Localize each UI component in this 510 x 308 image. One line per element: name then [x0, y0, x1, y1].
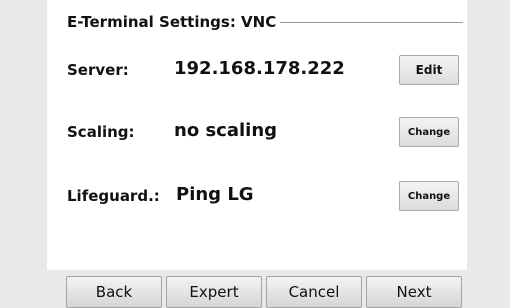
- page-title: E-Terminal Settings: VNC: [67, 13, 277, 31]
- change-lifeguard-button[interactable]: Change: [399, 181, 459, 211]
- lifeguard-value: Ping LG: [176, 184, 254, 205]
- expert-button[interactable]: Expert: [166, 276, 262, 308]
- back-button[interactable]: Back: [66, 276, 162, 308]
- lifeguard-label: Lifeguard.:: [67, 187, 160, 205]
- scaling-value: no scaling: [174, 120, 278, 141]
- scaling-label: Scaling:: [67, 123, 135, 141]
- edit-server-button[interactable]: Edit: [399, 55, 459, 85]
- server-value: 192.168.178.222: [174, 58, 345, 79]
- next-button[interactable]: Next: [366, 276, 462, 308]
- setting-row-server: Server: 192.168.178.222 Edit: [67, 55, 459, 87]
- settings-panel: E-Terminal Settings: VNC Server: 192.168…: [47, 0, 467, 270]
- server-label: Server:: [67, 61, 129, 79]
- section-header: E-Terminal Settings: VNC: [67, 10, 463, 34]
- setting-row-lifeguard: Lifeguard.: Ping LG Change: [67, 181, 459, 213]
- wizard-footer: Back Expert Cancel Next: [58, 274, 462, 308]
- change-scaling-button[interactable]: Change: [399, 117, 459, 147]
- title-divider: [280, 22, 463, 23]
- setting-row-scaling: Scaling: no scaling Change: [67, 117, 459, 149]
- cancel-button[interactable]: Cancel: [266, 276, 362, 308]
